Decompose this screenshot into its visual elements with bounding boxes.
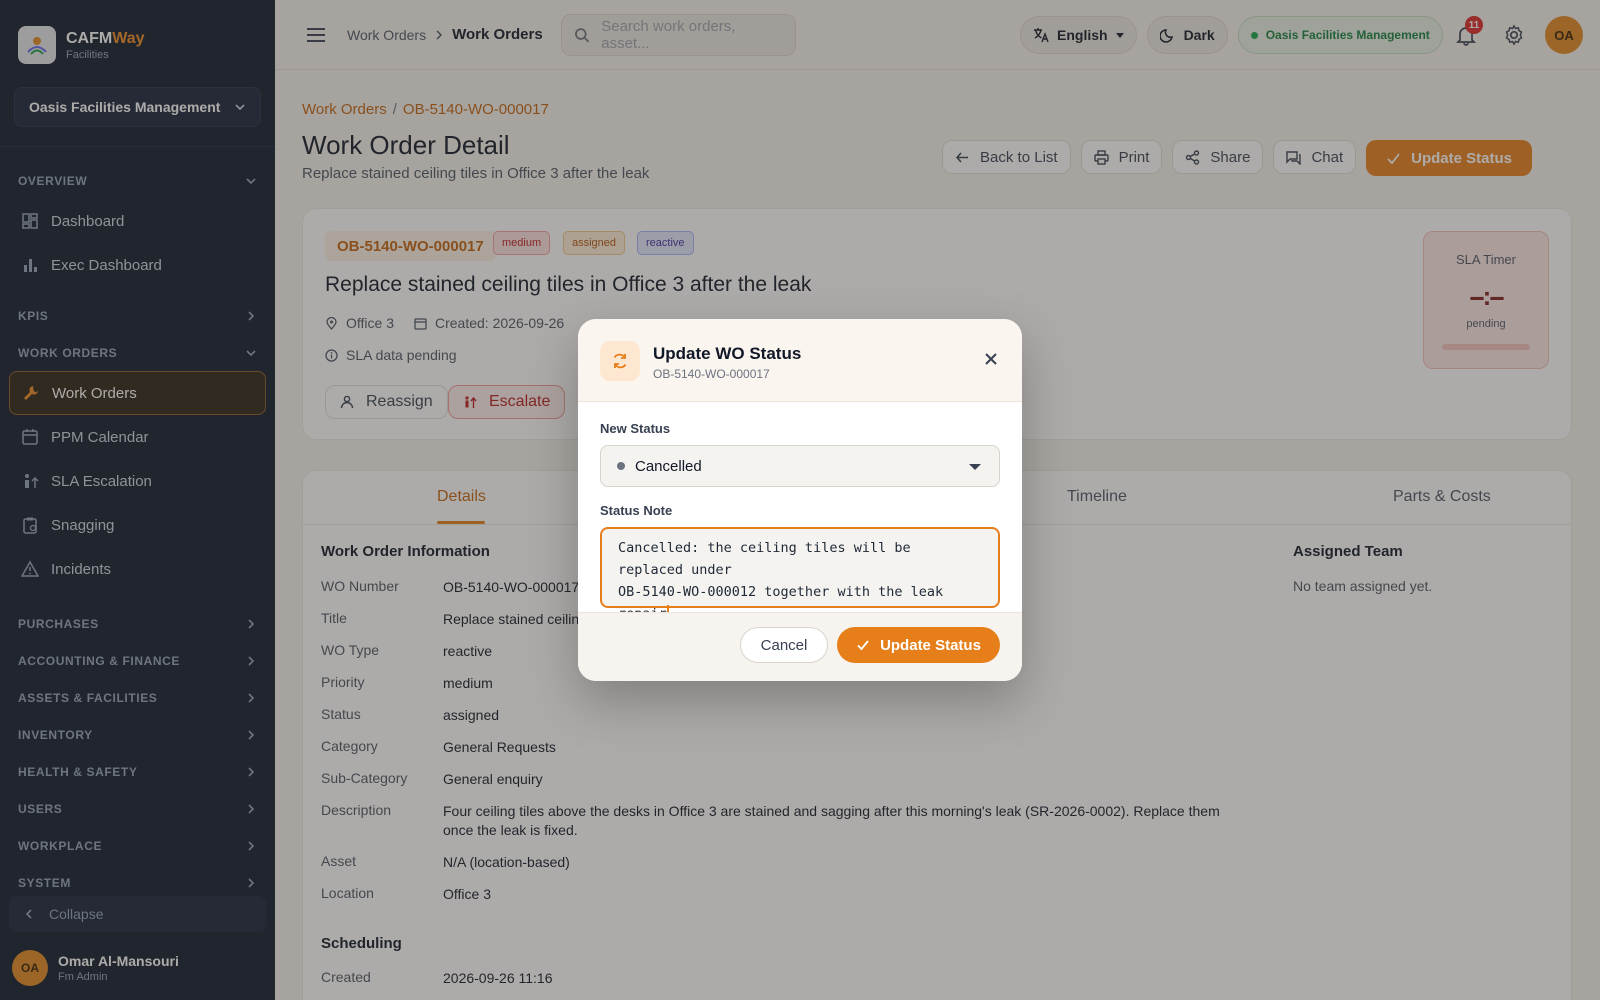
status-select-value: Cancelled	[635, 457, 702, 475]
close-icon[interactable]	[982, 350, 1000, 368]
cancel-button[interactable]: Cancel	[740, 627, 828, 663]
status-dot	[617, 462, 625, 470]
modal-subtitle: OB-5140-WO-000017	[653, 367, 770, 381]
refresh-icon	[600, 341, 640, 381]
status-select[interactable]: Cancelled	[600, 445, 1000, 487]
status-note-label: Status Note	[600, 503, 673, 518]
caret-down-icon	[969, 464, 981, 470]
update-status-submit-label: Update Status	[880, 636, 981, 654]
modal-title: Update WO Status	[653, 344, 802, 363]
modal-header: Update WO Status OB-5140-WO-000017	[578, 319, 1022, 402]
check-icon	[857, 640, 869, 651]
update-status-modal: Update WO Status OB-5140-WO-000017 New S…	[578, 319, 1022, 681]
note-line-1: Cancelled: the ceiling tiles will be rep…	[618, 540, 911, 578]
update-status-submit-button[interactable]: Update Status	[837, 627, 1000, 663]
new-status-label: New Status	[600, 421, 671, 436]
status-note-textarea[interactable]: Cancelled: the ceiling tiles will be rep…	[600, 527, 1000, 623]
modal-footer: Cancel Update Status	[578, 612, 1022, 681]
